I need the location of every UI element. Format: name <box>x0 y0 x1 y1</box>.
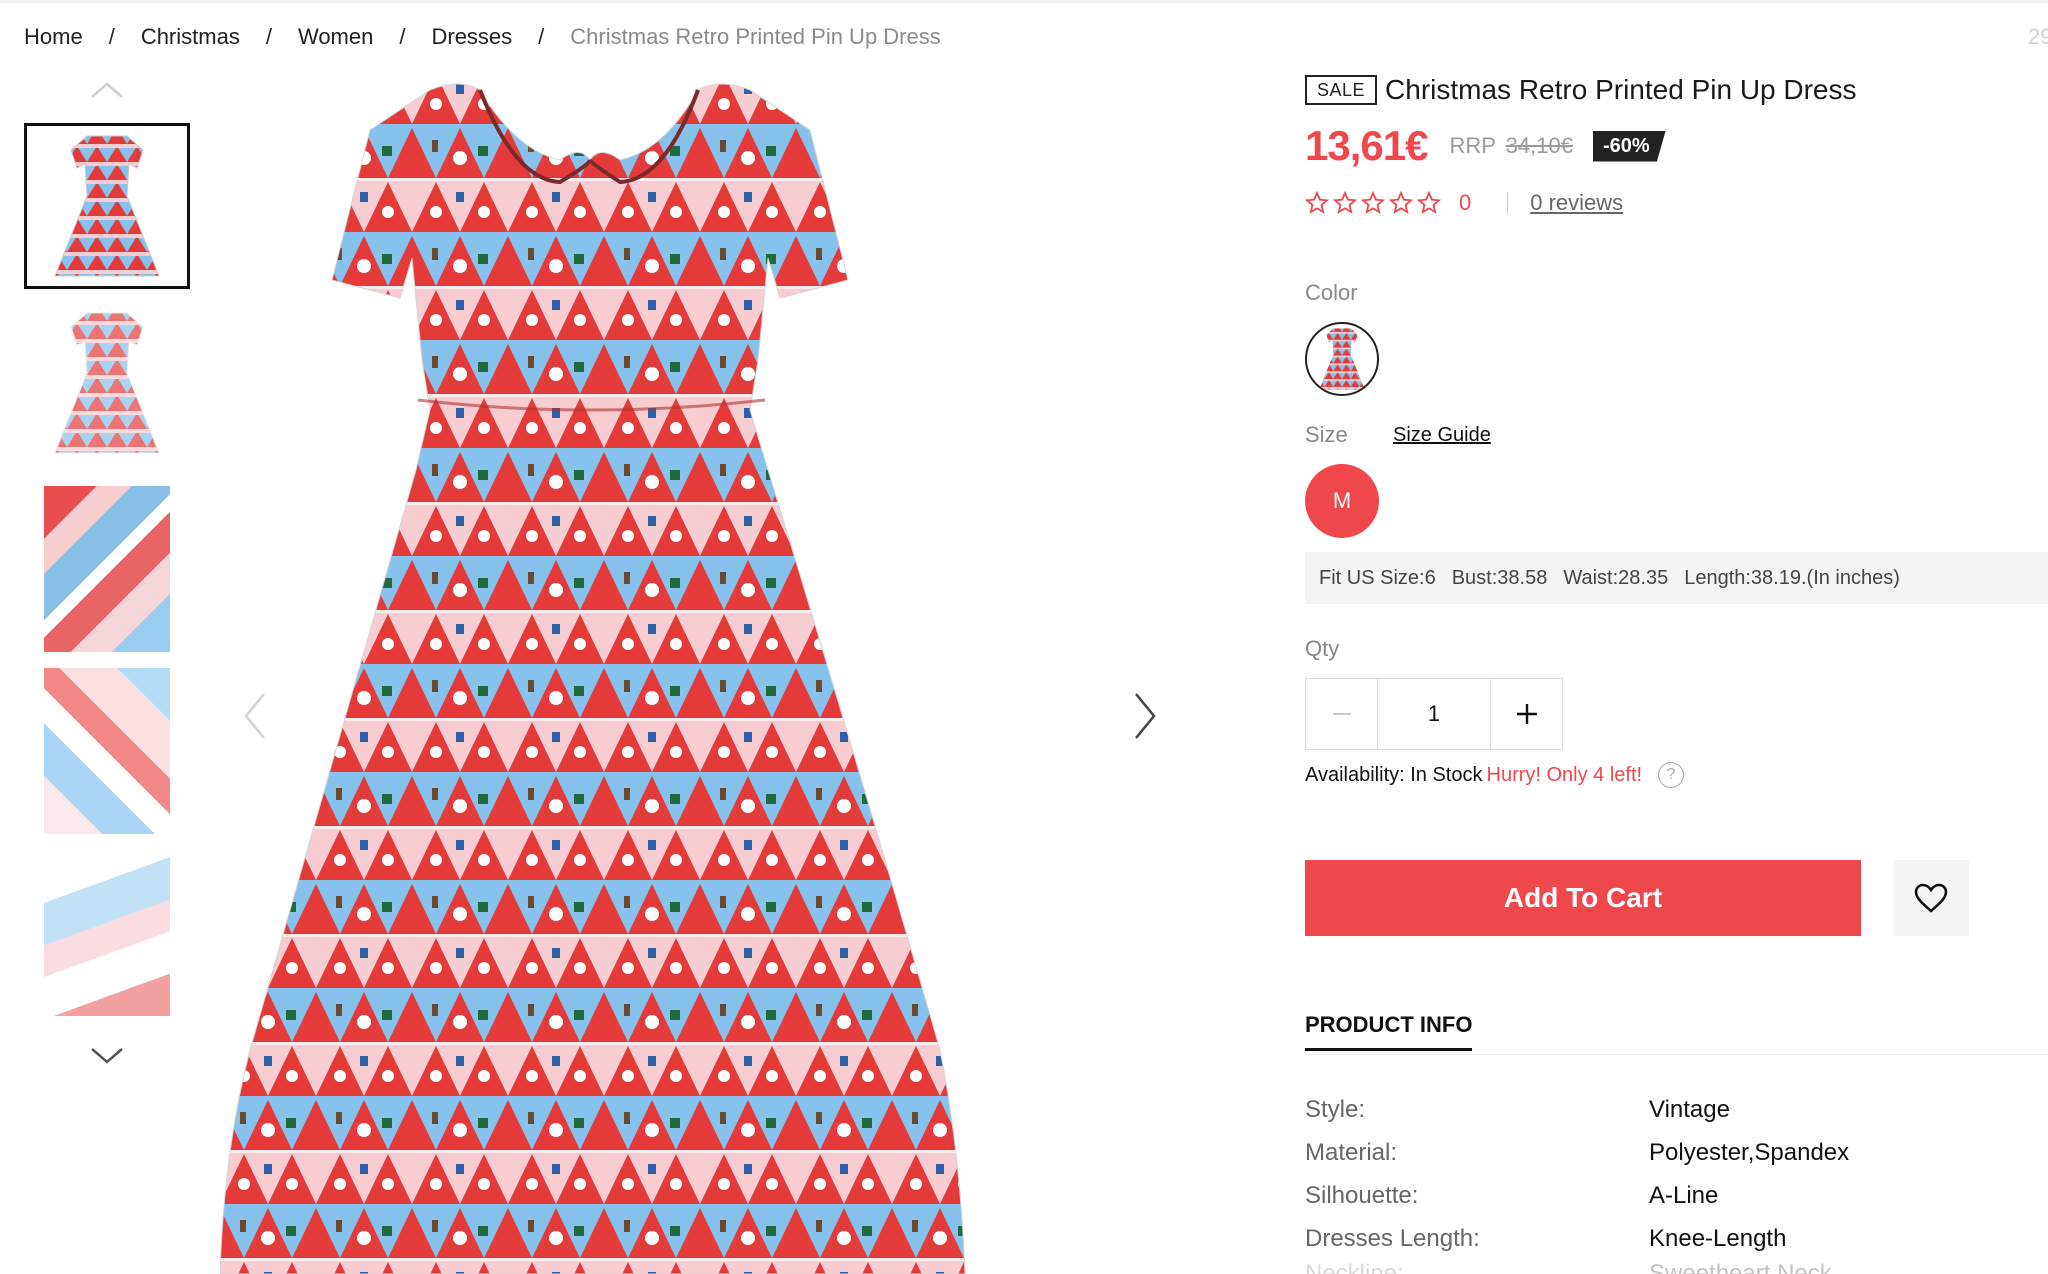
spec-value: Vintage <box>1649 1095 1730 1123</box>
star-outline-icon <box>1417 191 1441 214</box>
fit-waist: Waist:28.35 <box>1563 566 1669 589</box>
spec-row: Style: Vintage <box>1305 1088 2048 1131</box>
thumbnail-2[interactable] <box>24 300 190 466</box>
title-row: SALE Christmas Retro Printed Pin Up Dres… <box>1305 74 1857 106</box>
discount-badge: -60% <box>1592 130 1666 162</box>
chevron-down-icon <box>91 1048 123 1064</box>
spec-key: Material: <box>1305 1138 1398 1166</box>
stock-warning: Hurry! Only 4 left! <box>1486 763 1643 786</box>
breadcrumb-separator: / <box>265 24 272 49</box>
spec-row: Silhouette: A-Line <box>1305 1174 2048 1217</box>
sale-badge: SALE <box>1305 75 1378 105</box>
top-divider <box>0 0 2048 3</box>
help-icon[interactable]: ? <box>1658 762 1685 788</box>
thumbnail-1[interactable] <box>24 123 190 289</box>
star-outline-icon <box>1305 191 1329 214</box>
thumbnail-scroll-up[interactable] <box>87 76 127 104</box>
color-label: Color <box>1305 280 1358 305</box>
qty-input[interactable]: 1 <box>1378 679 1490 749</box>
breadcrumb-current: Christmas Retro Printed Pin Up Dress <box>570 24 941 49</box>
dress-thumbnail-image <box>54 135 160 277</box>
price-row: 13,61€ RRP 34,10€ -60% <box>1305 122 1666 170</box>
image-next-button[interactable] <box>1124 686 1164 746</box>
size-guide-link[interactable]: Size Guide <box>1393 424 1491 447</box>
quantity-stepper: 1 <box>1305 678 1563 750</box>
fit-us-size: Fit US Size:6 <box>1319 566 1436 589</box>
star-rating[interactable] <box>1305 191 1441 215</box>
wishlist-button[interactable] <box>1893 860 1969 936</box>
minus-icon <box>1332 713 1351 715</box>
current-price: 13,61€ <box>1305 122 1428 169</box>
fit-length: Length:38.19.(In inches) <box>1684 566 1900 589</box>
spec-key: Dresses Length: <box>1305 1224 1480 1252</box>
rrp-old-price: 34,10€ <box>1505 133 1573 158</box>
spec-value: Sweetheart Neck <box>1649 1260 1832 1274</box>
star-outline-icon <box>1333 191 1357 214</box>
add-to-cart-button[interactable]: Add To Cart <box>1305 860 1861 936</box>
thumbnail-scroll-down[interactable] <box>87 1042 127 1070</box>
spec-row: Material: Polyester,Spandex <box>1305 1131 2048 1174</box>
chevron-up-icon <box>91 82 123 98</box>
size-option-m[interactable]: M <box>1305 464 1379 538</box>
spec-value: Polyester,Spandex <box>1649 1138 1850 1166</box>
chevron-left-icon <box>244 693 265 739</box>
main-product-image <box>220 83 966 1274</box>
fit-info: Fit US Size:6 Bust:38.58 Waist:28.35 Len… <box>1305 552 2048 604</box>
breadcrumb-separator: / <box>399 24 406 49</box>
dress-thumbnail-image <box>54 312 160 454</box>
rating-row: 0 0 reviews <box>1305 190 1623 216</box>
reviews-link[interactable]: 0 reviews <box>1530 190 1623 216</box>
spec-value: A-Line <box>1649 1181 1719 1209</box>
heart-icon <box>1914 883 1948 913</box>
fabric-detail-image <box>44 850 170 1016</box>
spec-value: Knee-Length <box>1649 1224 1787 1252</box>
star-outline-icon <box>1361 191 1385 214</box>
breadcrumb-dresses[interactable]: Dresses <box>431 24 512 50</box>
thumbnail-3[interactable] <box>24 486 190 652</box>
image-prev-button[interactable] <box>236 686 276 746</box>
spec-key: Silhouette: <box>1305 1181 1419 1209</box>
breadcrumb-home[interactable]: Home <box>24 24 83 50</box>
color-swatch-image <box>1319 328 1365 390</box>
rating-value: 0 <box>1459 190 1472 215</box>
fabric-detail-image <box>44 486 170 652</box>
breadcrumb-christmas[interactable]: Christmas <box>141 24 240 50</box>
breadcrumb: Home / Christmas / Women / Dresses / Chr… <box>24 22 941 52</box>
corner-text: 29 <box>2028 24 2048 49</box>
tab-product-info[interactable]: PRODUCT INFO <box>1305 1012 1473 1051</box>
breadcrumb-women[interactable]: Women <box>298 24 373 50</box>
qty-increase-button[interactable] <box>1490 679 1562 749</box>
spec-row: Dresses Length: Knee-Length <box>1305 1217 2048 1260</box>
spec-key: Neckline: <box>1305 1260 1404 1274</box>
rating-divider <box>1507 192 1509 214</box>
thumbnail-5[interactable] <box>24 850 190 1016</box>
breadcrumb-separator: / <box>538 24 545 49</box>
spec-row: Neckline: Sweetheart Neck <box>1305 1260 2048 1274</box>
thumbnail-4[interactable] <box>24 668 190 834</box>
stock-status: Availability: In Stock <box>1305 763 1483 786</box>
chevron-right-icon <box>1135 693 1156 739</box>
size-label: Size <box>1305 422 1348 447</box>
star-outline-icon <box>1389 191 1413 214</box>
fit-bust: Bust:38.58 <box>1451 566 1548 589</box>
availability: Availability: In Stock Hurry! Only 4 lef… <box>1305 762 1685 788</box>
plus-icon <box>1516 704 1537 724</box>
qty-decrease-button[interactable] <box>1306 679 1378 749</box>
product-specs: Style: Vintage Material: Polyester,Spand… <box>1305 1088 2048 1274</box>
rrp: RRP 34,10€ <box>1449 133 1572 159</box>
spec-key: Style: <box>1305 1095 1366 1123</box>
rrp-label: RRP <box>1449 133 1496 158</box>
breadcrumb-separator: / <box>108 24 115 49</box>
fabric-detail-image <box>44 668 170 834</box>
color-option[interactable] <box>1305 322 1379 396</box>
product-title: Christmas Retro Printed Pin Up Dress <box>1385 74 1857 105</box>
qty-label: Qty <box>1305 636 1340 661</box>
tab-divider <box>1305 1054 2048 1055</box>
